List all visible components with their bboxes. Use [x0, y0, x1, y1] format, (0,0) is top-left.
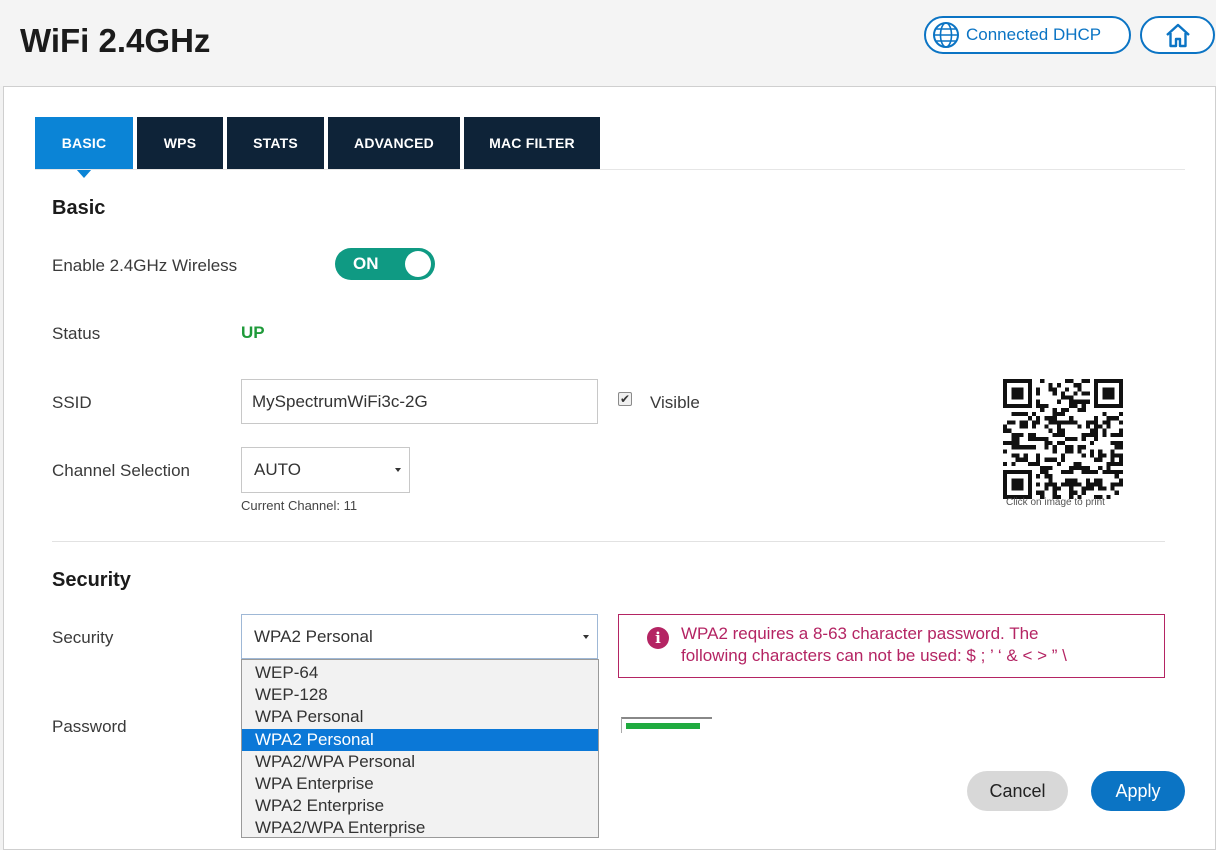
security-select[interactable]: WPA2 Personal: [241, 614, 598, 659]
info-icon: i: [647, 627, 669, 649]
status-value: UP: [241, 323, 265, 342]
home-icon: [1165, 23, 1190, 48]
password-requirements-warning: i WPA2 requires a 8-63 character passwor…: [618, 614, 1165, 678]
security-select-value: WPA2 Personal: [254, 626, 373, 646]
security-label: Security: [52, 628, 114, 647]
security-option-wep-128[interactable]: WEP-128: [242, 684, 598, 706]
chevron-down-icon: [395, 468, 401, 472]
status-label: Status: [52, 324, 101, 343]
security-option-wpa-personal[interactable]: WPA Personal: [242, 706, 598, 728]
tab-mac-filter[interactable]: MAC FILTER: [464, 117, 600, 169]
security-option-wpa2-enterprise[interactable]: WPA2 Enterprise: [242, 795, 598, 817]
tab-wps[interactable]: WPS: [137, 117, 223, 169]
channel-selection-label: Channel Selection: [52, 461, 190, 480]
security-option-wpa2-wpa-personal[interactable]: WPA2/WPA Personal: [242, 751, 598, 773]
top-bar: WiFi 2.4GHz Connected DHCP: [0, 0, 1216, 86]
tab-stats[interactable]: STATS: [227, 117, 324, 169]
ssid-label: SSID: [52, 393, 92, 412]
tab-basic[interactable]: BASIC: [35, 117, 133, 178]
enable-wireless-toggle[interactable]: ON: [335, 248, 435, 280]
section-divider: [52, 541, 1165, 542]
enable-wireless-label: Enable 2.4GHz Wireless: [52, 256, 238, 275]
security-option-wpa2-personal[interactable]: WPA2 Personal: [242, 728, 598, 751]
wifi-qr-code[interactable]: [1003, 379, 1123, 499]
security-option-wep-64[interactable]: WEP-64: [242, 662, 598, 684]
toggle-state-label: ON: [353, 254, 379, 273]
security-option-wpa2-wpa-enterprise[interactable]: WPA2/WPA Enterprise: [242, 817, 598, 839]
password-label: Password: [52, 717, 127, 736]
connection-status-label: Connected DHCP: [966, 25, 1102, 44]
connection-status-button[interactable]: Connected DHCP: [924, 16, 1131, 54]
security-option-wpa-enterprise[interactable]: WPA Enterprise: [242, 773, 598, 795]
qr-caption: Click on image to print: [1006, 497, 1105, 508]
chevron-down-icon: [583, 634, 589, 639]
warning-text-line-1: WPA2 requires a 8-63 character password.…: [681, 624, 1039, 643]
visible-checkbox[interactable]: ✔: [618, 392, 632, 406]
globe-icon: [933, 22, 959, 48]
security-heading: Security: [52, 569, 131, 591]
toggle-knob: [405, 251, 431, 277]
ssid-input[interactable]: [241, 379, 598, 424]
current-channel-text: Current Channel: 11: [241, 498, 358, 513]
channel-select[interactable]: AUTO: [241, 447, 410, 493]
apply-button[interactable]: Apply: [1091, 771, 1185, 811]
password-strength-meter: [621, 717, 712, 733]
cancel-button[interactable]: Cancel: [967, 771, 1068, 811]
password-strength-fill: [626, 723, 700, 729]
channel-select-value: AUTO: [254, 460, 301, 479]
tab-divider: [35, 169, 1185, 170]
visible-label: Visible: [650, 393, 700, 412]
security-dropdown-list: WEP-64 WEP-128 WPA Personal WPA2 Persona…: [241, 659, 599, 838]
home-button[interactable]: [1140, 16, 1215, 54]
basic-heading: Basic: [52, 197, 106, 219]
tab-bar: BASIC WPS STATS ADVANCED MAC FILTER: [35, 117, 604, 178]
page-title: WiFi 2.4GHz: [20, 22, 211, 59]
warning-text-line-2: following characters can not be used: $ …: [681, 646, 1067, 665]
tab-advanced[interactable]: ADVANCED: [328, 117, 460, 169]
